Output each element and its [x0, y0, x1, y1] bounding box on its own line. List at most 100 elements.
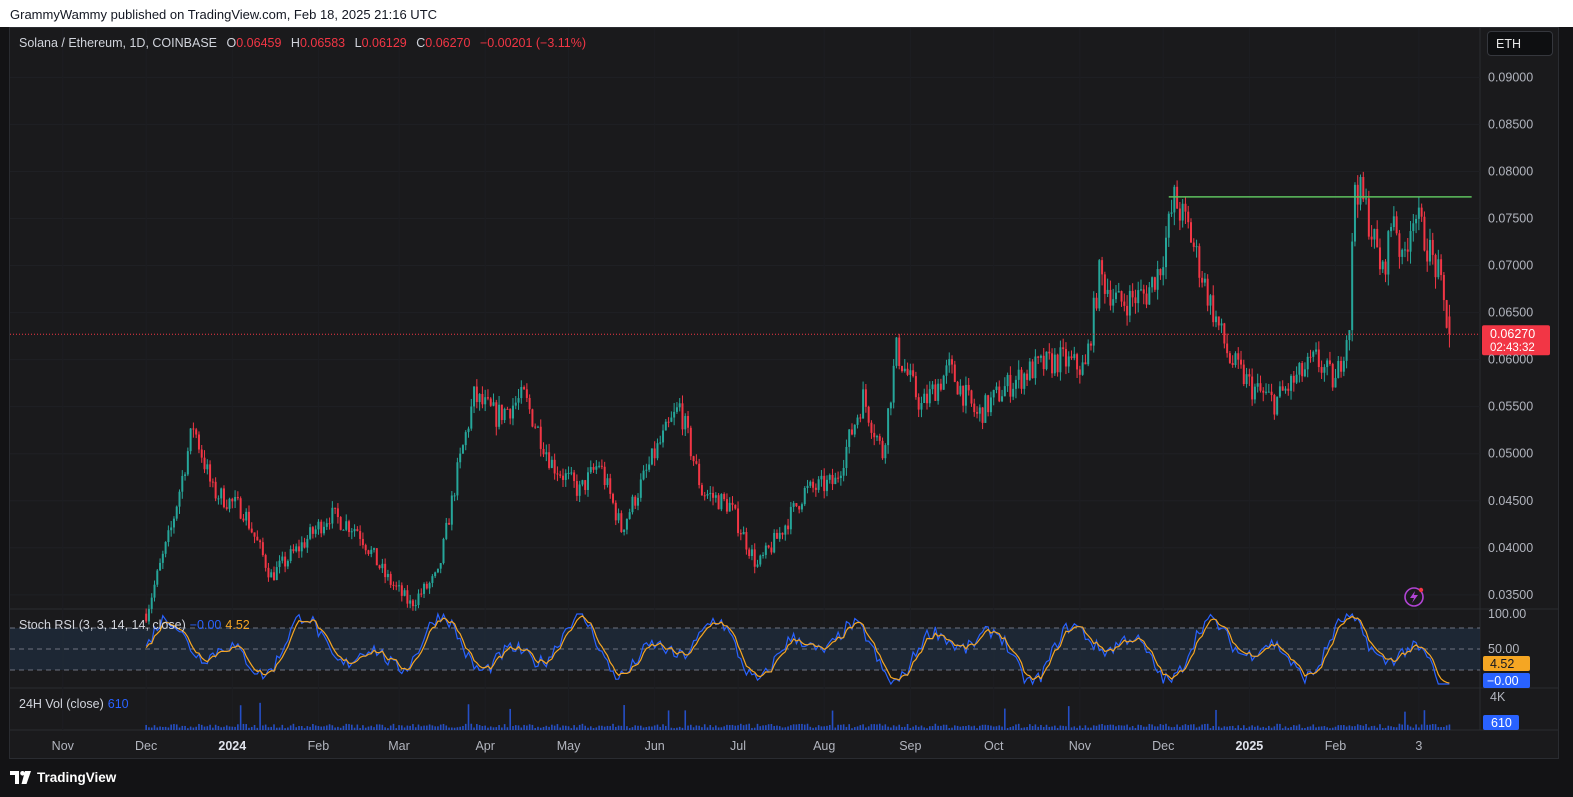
time-tick-label: Feb	[1325, 739, 1347, 753]
candle	[339, 516, 342, 531]
volume-bar	[773, 725, 775, 730]
volume-bar	[1106, 724, 1109, 730]
volume-bar	[1101, 723, 1103, 730]
candle	[550, 456, 553, 469]
volume-bar	[667, 710, 670, 730]
volume-bar	[198, 723, 200, 730]
candle	[1009, 366, 1012, 403]
currency-button[interactable]: ETH	[1487, 31, 1553, 56]
candle	[222, 485, 225, 509]
chart-canvas[interactable]: 0.0627002:43:32 0.09000 0.08500 0.08000 0.0…	[10, 28, 1558, 758]
tradingview-logo[interactable]: TradingView	[10, 770, 116, 785]
volume-bar	[250, 726, 253, 730]
candle	[825, 475, 828, 497]
volume-bar	[589, 726, 592, 730]
volume-bar	[1070, 727, 1073, 730]
candle	[1328, 351, 1331, 366]
volume-bar	[1079, 725, 1081, 730]
candle	[1023, 372, 1026, 395]
volume-bar	[220, 727, 222, 730]
volume-bar	[514, 725, 517, 730]
candle	[453, 492, 456, 502]
volume-bar	[581, 723, 584, 730]
price-tick-label: 0.04000	[1488, 541, 1533, 555]
candle	[300, 536, 303, 558]
candle	[1153, 276, 1156, 292]
volume-bar	[1423, 710, 1426, 730]
candle	[595, 460, 598, 475]
candle	[1192, 238, 1195, 252]
candle	[703, 491, 706, 501]
volume-bar	[573, 725, 575, 730]
volume-bar	[1304, 728, 1306, 730]
price-tick-label: 0.08500	[1488, 117, 1533, 131]
volume-bar	[248, 727, 250, 730]
lightning-icon[interactable]	[1404, 587, 1424, 607]
volume-bar	[731, 724, 734, 730]
candle	[314, 525, 317, 538]
candle	[642, 465, 645, 481]
volume-bar	[795, 724, 798, 730]
volume-bar	[1109, 724, 1112, 730]
volume-bar	[695, 725, 698, 730]
candle	[681, 395, 684, 436]
candle	[1034, 349, 1037, 385]
volume-bar	[792, 724, 795, 730]
volume-bar	[1431, 724, 1434, 730]
volume-bar	[1356, 724, 1359, 730]
candle	[1390, 223, 1393, 238]
candle	[356, 526, 359, 532]
volume-bar	[1051, 726, 1053, 730]
volume-bar	[906, 724, 909, 730]
candle	[209, 460, 212, 488]
candle	[923, 388, 926, 404]
volume-bar	[1373, 725, 1376, 730]
volume-bar	[1040, 724, 1042, 730]
volume-bar	[1329, 728, 1331, 730]
volume-bar	[1017, 723, 1020, 730]
candle	[423, 582, 426, 599]
volume-bar	[928, 726, 931, 730]
volume-bar	[350, 724, 353, 730]
volume-bar	[164, 726, 167, 730]
volume-bar	[381, 724, 384, 730]
candle	[1403, 241, 1406, 258]
volume-bar	[956, 725, 959, 730]
volume-bar	[406, 725, 409, 730]
time-tick-label: Nov	[52, 739, 75, 753]
volume-bar	[378, 724, 381, 730]
volume-bar	[442, 723, 445, 730]
candle	[864, 383, 867, 413]
volume-bar	[1151, 724, 1153, 730]
candle	[584, 479, 587, 495]
volume-bar	[498, 725, 500, 730]
candle	[1376, 220, 1379, 248]
price-tick-label: 0.05000	[1488, 447, 1533, 461]
candle	[1392, 206, 1395, 231]
volume-bar	[645, 727, 648, 730]
volume-bar	[309, 726, 311, 730]
volume-bar	[706, 727, 709, 730]
volume-bar	[1073, 726, 1076, 730]
volume-bar	[206, 726, 209, 730]
volume-bar	[1412, 727, 1415, 730]
candle	[845, 439, 848, 476]
volume-bar	[153, 725, 156, 730]
volume-bar	[456, 727, 459, 730]
candle	[853, 424, 856, 438]
volume-bar	[1045, 724, 1048, 730]
candle	[959, 379, 962, 397]
volume-bar	[1248, 726, 1251, 730]
chart-frame[interactable]: 0.06270 02:43:32 0.09000 0.08500 0.08000 0.0…	[9, 27, 1559, 759]
candle	[1373, 228, 1376, 249]
candle	[211, 478, 214, 488]
candle	[589, 460, 592, 474]
volume-bar	[228, 726, 231, 730]
candle	[1051, 348, 1054, 378]
candle	[1442, 272, 1445, 311]
price-tick-label: 0.04500	[1488, 494, 1533, 508]
volume-bar	[289, 725, 292, 730]
volume-bar	[692, 727, 695, 730]
candle	[781, 532, 784, 540]
candle	[695, 454, 698, 465]
